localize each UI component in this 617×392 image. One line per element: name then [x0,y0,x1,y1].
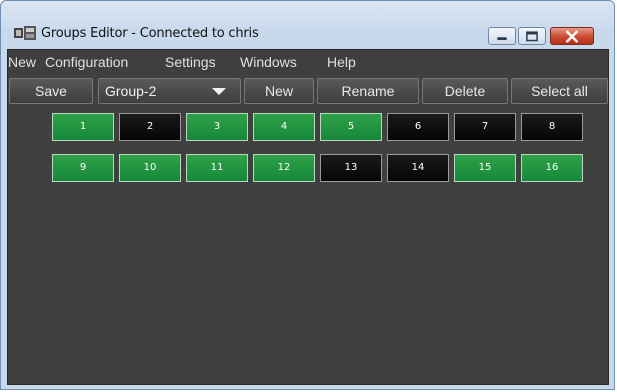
window-bottom-border [7,385,609,389]
group-toggle-2[interactable]: 2 [119,113,181,141]
minimize-button[interactable] [488,27,516,45]
group-toggle-12[interactable]: 12 [253,154,315,182]
close-button[interactable] [550,27,594,45]
menu-bar: New Configuration Settings Windows Help [8,50,608,72]
group-toggle-10[interactable]: 10 [119,154,181,182]
title-bar[interactable]: Groups Editor - Connected to chris [1,1,614,47]
select-all-button[interactable]: Select all [511,78,608,104]
group-toggle-1[interactable]: 1 [52,113,114,141]
group-toggle-11[interactable]: 11 [186,154,248,182]
group-select-value: Group-2 [105,83,157,99]
groups-editor-window: Groups Editor - Connected to chris New C… [0,0,615,390]
group-toggle-4[interactable]: 4 [253,113,315,141]
new-button[interactable]: New [244,78,314,104]
toolbar: Save Group-2 New Rename Delete Select al… [8,73,608,104]
menu-help[interactable]: Help [327,54,356,70]
group-toggle-16[interactable]: 16 [521,154,583,182]
chevron-down-icon [212,88,226,95]
close-icon [565,30,578,43]
group-toggle-14[interactable]: 14 [387,154,449,182]
maximize-button[interactable] [518,27,546,45]
menu-settings[interactable]: Settings [165,54,216,70]
minimize-icon [497,37,507,41]
group-toggle-9[interactable]: 9 [52,154,114,182]
group-toggle-8[interactable]: 8 [521,113,583,141]
group-toggle-13[interactable]: 13 [320,154,382,182]
menu-windows[interactable]: Windows [240,54,297,70]
delete-button[interactable]: Delete [422,78,508,104]
group-toggle-15[interactable]: 15 [454,154,516,182]
group-toggle-7[interactable]: 7 [454,113,516,141]
menu-configuration[interactable]: Configuration [45,54,128,70]
app-icon [14,26,36,40]
group-toggle-3[interactable]: 3 [186,113,248,141]
group-select[interactable]: Group-2 [98,78,241,104]
group-toggle-6[interactable]: 6 [387,113,449,141]
main-panel: New Configuration Settings Windows Help … [7,49,609,385]
save-button[interactable]: Save [9,78,93,104]
menu-new[interactable]: New [8,54,36,70]
window-title: Groups Editor - Connected to chris [41,26,259,41]
maximize-icon [526,31,538,42]
rename-button[interactable]: Rename [317,78,419,104]
group-toggle-5[interactable]: 5 [320,113,382,141]
